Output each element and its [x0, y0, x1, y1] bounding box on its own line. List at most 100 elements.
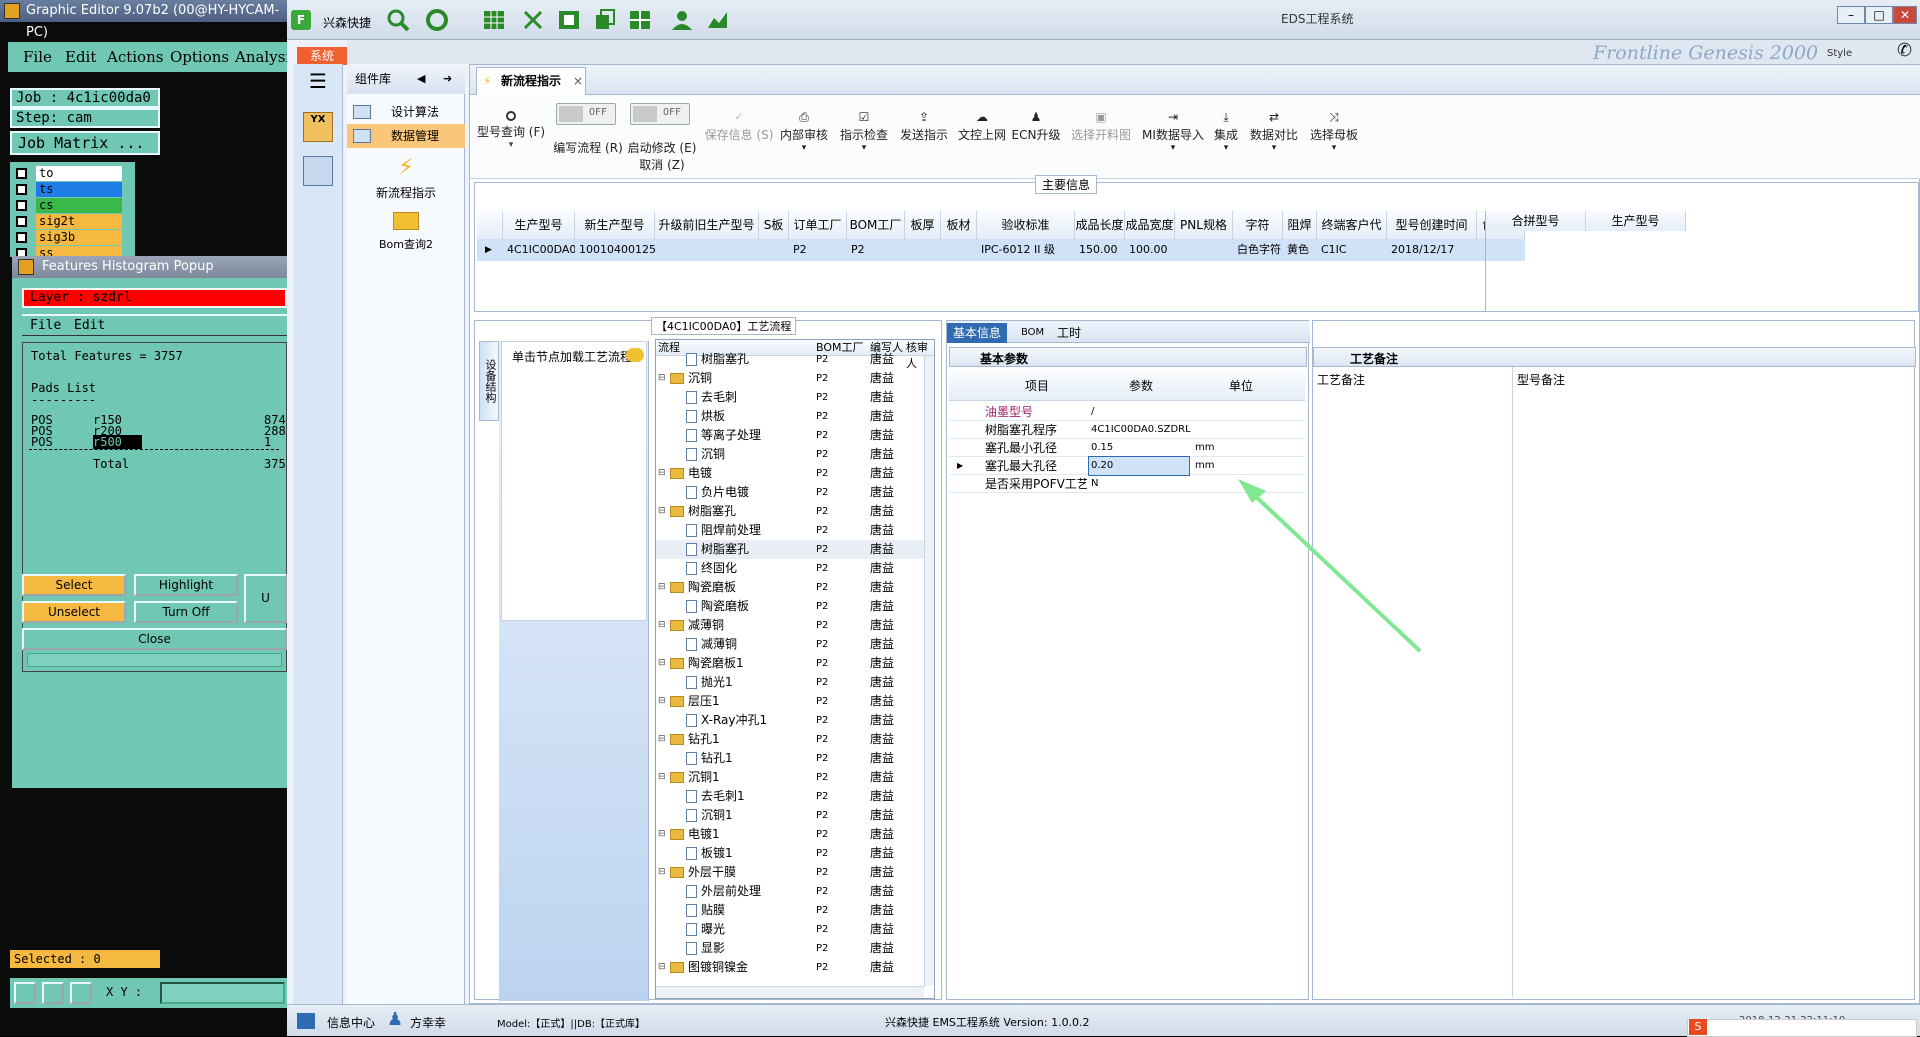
ime-logo-icon[interactable]: S — [1689, 1019, 1707, 1035]
horizontal-scrollbar[interactable] — [656, 986, 924, 998]
close-window-button[interactable]: ✕ — [1893, 6, 1917, 24]
collapse-icon[interactable]: ⊟ — [658, 825, 666, 844]
tree-step-row[interactable]: X-Ray冲孔1 P2 唐益 — [656, 711, 934, 730]
param-row[interactable]: 树脂塞孔程序 4C1IC00DA0.SZDRL — [949, 421, 1305, 439]
extra-button[interactable]: U — [244, 574, 287, 623]
tree-step-row[interactable]: 钻孔1 P2 唐益 — [656, 749, 934, 768]
tree-step-row[interactable]: 等离子处理 P2 唐益 — [656, 426, 934, 445]
phone-icon[interactable]: ✆ — [1897, 40, 1912, 61]
tree-folder-row[interactable]: ⊟ 树脂塞孔 P2 唐益 — [656, 502, 934, 521]
main-info-header-cell[interactable]: S板 — [759, 211, 789, 239]
param-row[interactable]: 塞孔最小孔径 0.15 mm — [949, 439, 1305, 457]
layer-checkbox[interactable] — [16, 216, 27, 227]
collapse-icon[interactable]: ⊟ — [658, 464, 666, 483]
job-matrix-button[interactable]: Job Matrix ... — [10, 131, 160, 155]
write-flow-toggle[interactable]: OFF — [556, 103, 616, 125]
tab-basic-info[interactable]: 基本信息 — [947, 323, 1008, 343]
collapse-icon[interactable]: ⊟ — [658, 768, 666, 787]
collapse-icon[interactable]: ⊟ — [658, 369, 666, 388]
tree-folder-row[interactable]: ⊟ 减薄铜 P2 唐益 — [656, 616, 934, 635]
main-info-cell[interactable] — [905, 239, 941, 261]
collapse-icon[interactable]: ⊟ — [658, 578, 666, 597]
main-info-header-cell[interactable]: 终端客户代码 — [1317, 211, 1387, 260]
tree-step-row[interactable]: 曝光 P2 唐益 — [656, 920, 934, 939]
main-info-header-cell[interactable]: 成品宽度 — [1125, 211, 1175, 239]
tree-folder-row[interactable]: ⊟ 图镀铜镍金 P2 唐益 — [656, 958, 934, 977]
main-info-cell[interactable] — [941, 239, 977, 261]
param-row[interactable]: 油墨型号 / — [949, 403, 1305, 421]
layer-checkbox[interactable] — [16, 184, 27, 195]
tree-folder-row[interactable]: ⊟ 外层干膜 P2 唐益 — [656, 863, 934, 882]
menu-actions[interactable]: Actions — [107, 48, 163, 66]
layer-checkbox[interactable] — [16, 232, 27, 243]
tree-step-row[interactable]: 减薄铜 P2 唐益 — [656, 635, 934, 654]
tree-folder-row[interactable]: ⊟ 电镀1 P2 唐益 — [656, 825, 934, 844]
menu-edit[interactable]: Edit — [65, 48, 96, 66]
unselect-button[interactable]: Unselect — [22, 601, 126, 623]
side-tab-equipment[interactable]: 设备结构 — [479, 341, 499, 421]
launch-new-flow[interactable]: ⚡ 新流程指示 — [347, 156, 465, 201]
tree-step-row[interactable]: 烘板 P2 唐益 — [656, 407, 934, 426]
layer-row[interactable]: cs — [14, 198, 132, 214]
tree-step-row[interactable]: 贴膜 P2 唐益 — [656, 901, 934, 920]
main-info-header-cell[interactable]: 升级前旧生产型号 — [655, 211, 759, 239]
main-info-cell[interactable]: 白色字符 — [1233, 239, 1283, 261]
layer-row[interactable]: ts — [14, 182, 132, 198]
main-info-header-cell[interactable]: 生产型号 — [503, 211, 575, 239]
param-row[interactable]: 是否采用POFV工艺 N — [949, 475, 1305, 493]
menu-icon[interactable]: ☰ — [303, 70, 333, 92]
main-info-cell[interactable] — [655, 239, 759, 261]
menu-file[interactable]: File — [23, 48, 52, 66]
main-info-header-cell[interactable]: 字符 — [1233, 211, 1283, 239]
collapse-icon[interactable]: ⊟ — [658, 730, 666, 749]
user-icon[interactable] — [669, 8, 695, 32]
collapse-icon[interactable]: ⊟ — [658, 692, 666, 711]
main-info-header-cell[interactable]: 订单工厂 — [789, 211, 847, 239]
pad-symbol-selected[interactable]: r500 — [93, 435, 142, 449]
tree-folder-row[interactable]: ⊟ 陶瓷磨板1 P2 唐益 — [656, 654, 934, 673]
tree-folder-row[interactable]: ⊟ 层压1 P2 唐益 — [656, 692, 934, 711]
param-value-cell[interactable]: 0.15 — [1089, 439, 1189, 457]
grid-icon[interactable] — [627, 8, 653, 32]
layer-row[interactable]: to — [14, 166, 132, 182]
integrate-button[interactable]: ⤓ 集成 ▾ — [1208, 111, 1244, 153]
tab-new-flow[interactable]: ⚡ 新流程指示 × — [476, 67, 586, 95]
highlight-button[interactable]: Highlight — [134, 574, 238, 596]
minimize-button[interactable]: – — [1837, 6, 1865, 24]
tree-step-row[interactable]: 去毛刺 P2 唐益 — [656, 388, 934, 407]
tree-step-row[interactable]: 陶瓷磨板 P2 唐益 — [656, 597, 934, 616]
internal-review-button[interactable]: ⎙ 内部审核 ▾ — [776, 111, 832, 153]
send-instruction-button[interactable]: ⇪ 发送指示 — [896, 111, 952, 143]
collapse-icon[interactable]: ⊟ — [658, 502, 666, 521]
tree-folder-row[interactable]: ⊟ 沉铜 P2 唐益 — [656, 369, 934, 388]
menu-options[interactable]: Options — [170, 48, 229, 66]
layer-row[interactable]: sig2t — [14, 214, 132, 230]
model-notes-field[interactable]: 型号备注 — [1513, 367, 1916, 997]
film-icon[interactable] — [556, 8, 582, 32]
layer-row[interactable]: sig3b — [14, 230, 132, 246]
component-data-management[interactable]: 数据管理 — [347, 124, 465, 148]
chart-icon[interactable] — [705, 8, 731, 32]
collapse-icon[interactable]: ⊟ — [658, 654, 666, 673]
tab-worktime[interactable]: 工时 — [1051, 323, 1087, 343]
collapse-icon[interactable]: ⊟ — [658, 958, 666, 977]
param-value-cell[interactable]: 0.20 — [1088, 456, 1190, 476]
param-value-cell[interactable]: N — [1089, 475, 1189, 493]
param-row[interactable]: ▶ 塞孔最大孔径 0.20 mm — [949, 456, 1305, 476]
tree-step-row[interactable]: 树脂塞孔 P2 唐益 — [656, 350, 934, 369]
main-info-header-cell[interactable]: 板厚 — [905, 211, 941, 239]
main-info-header-cell[interactable]: 阻焊 — [1283, 211, 1317, 239]
main-info-cell[interactable]: 100.00 — [1125, 239, 1175, 261]
save-info-button[interactable]: ✓ 保存信息 (S) — [704, 111, 774, 143]
main-info-header-cell[interactable]: 型号创建时间 — [1387, 211, 1477, 239]
component-design-algorithm[interactable]: 设计算法 — [347, 100, 465, 124]
layer-checkbox[interactable] — [16, 168, 27, 179]
main-info-cell[interactable]: 150.00 — [1075, 239, 1125, 261]
tree-step-row[interactable]: 板镀1 P2 唐益 — [656, 844, 934, 863]
main-info-header-cell[interactable]: 验收标准 — [977, 211, 1075, 239]
vertical-scrollbar[interactable] — [924, 356, 934, 986]
doc-upload-button[interactable]: ☁ 文控上网 — [954, 111, 1010, 143]
main-info-cell[interactable] — [1175, 239, 1233, 261]
layer-row[interactable]: ss — [14, 246, 132, 256]
ecn-upgrade-button[interactable]: ♟ ECN升级 — [1010, 111, 1062, 143]
